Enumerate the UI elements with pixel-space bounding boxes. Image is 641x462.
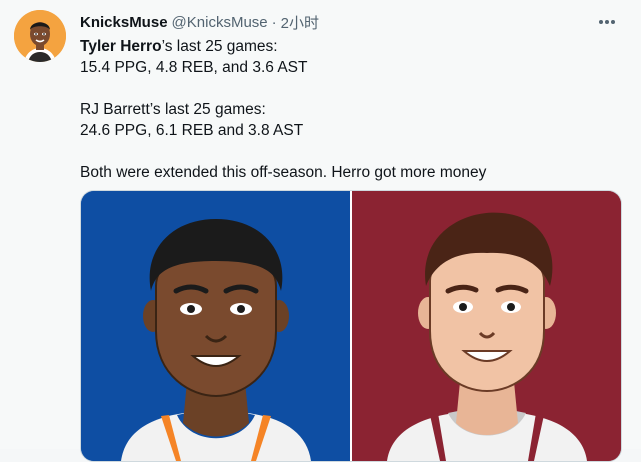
player-name-herro: Tyler Herro xyxy=(80,38,162,55)
tweet-line-5: Both were extended this off-season. Herr… xyxy=(80,164,487,181)
user-handle[interactable]: @KnicksMuse xyxy=(172,14,268,31)
display-name[interactable]: KnicksMuse xyxy=(80,14,168,31)
tweet-line-1: Tyler Herro’s last 25 games: xyxy=(80,36,620,57)
tweet-header: KnicksMuse @KnicksMuse · 2小时 xyxy=(80,12,319,32)
image-rj-barrett[interactable] xyxy=(81,191,350,461)
tweet-media[interactable] xyxy=(80,190,622,462)
avatar-illustration xyxy=(14,10,66,62)
more-horizontal-icon[interactable] xyxy=(597,14,617,30)
tweet-line-4: 24.6 PPG, 6.1 REB and 3.8 AST xyxy=(80,122,304,139)
tweet-text: Tyler Herro’s last 25 games: 15.4 PPG, 4… xyxy=(80,36,620,183)
tweet-card: KnicksMuse @KnicksMuse · 2小时 Tyler Herro… xyxy=(0,0,641,462)
herro-illustration xyxy=(352,191,621,461)
avatar[interactable] xyxy=(14,10,66,62)
separator-dot: · xyxy=(271,13,277,31)
tweet-line-2: 15.4 PPG, 4.8 REB, and 3.6 AST xyxy=(80,59,308,76)
line1-rest: ’s last 25 games: xyxy=(161,38,278,55)
timestamp[interactable]: 2小时 xyxy=(281,12,319,33)
barrett-illustration xyxy=(81,191,350,461)
image-tyler-herro[interactable] xyxy=(352,191,621,461)
tweet-line-3: RJ Barrett’s last 25 games: xyxy=(80,101,266,118)
